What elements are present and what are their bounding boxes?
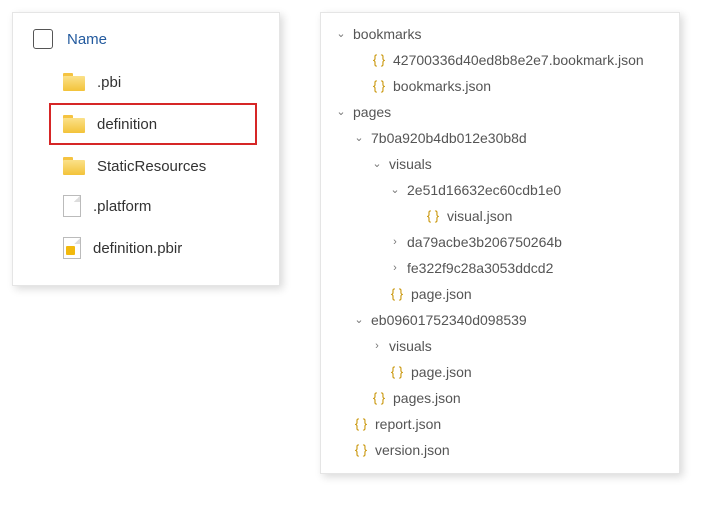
tree-item-label: bookmarks bbox=[353, 23, 421, 45]
file-name-label: .platform bbox=[93, 198, 151, 215]
folder-icon bbox=[63, 73, 85, 91]
file-explorer-panel: Name .pbi definition StaticResources .platf… bbox=[12, 12, 280, 286]
json-file-icon: { } bbox=[371, 75, 387, 97]
file-name-label: definition bbox=[97, 116, 157, 133]
folder-icon bbox=[63, 115, 85, 133]
json-file-icon: { } bbox=[389, 361, 405, 383]
tree-item[interactable]: ⌄ 7b0a920b4db012e30b8d bbox=[327, 125, 673, 151]
tree-item[interactable]: ⌄{ }page.json bbox=[327, 359, 673, 385]
file-list-header: Name bbox=[17, 23, 275, 63]
tree-item-label: report.json bbox=[375, 413, 441, 435]
tree-item[interactable]: ⌄{ }visual.json bbox=[327, 203, 673, 229]
tree-item[interactable]: ⌄ pages bbox=[327, 99, 673, 125]
tree-item[interactable]: ⌄{ }page.json bbox=[327, 281, 673, 307]
tree-item-label: visuals bbox=[389, 153, 432, 175]
json-file-icon: { } bbox=[353, 413, 369, 435]
chevron-right-icon[interactable]: › bbox=[389, 257, 401, 279]
tree-item-label: da79acbe3b206750264b bbox=[407, 231, 562, 253]
tree-item-label: pages bbox=[353, 101, 391, 123]
tree-item-label: fe322f9c28a3053ddcd2 bbox=[407, 257, 553, 279]
json-file-icon: { } bbox=[389, 283, 405, 305]
tree-item-label: version.json bbox=[375, 439, 450, 461]
tree-item[interactable]: ⌄ eb09601752340d098539 bbox=[327, 307, 673, 333]
file-name-label: .pbi bbox=[97, 74, 121, 91]
tree-item[interactable]: ⌄{ }report.json bbox=[327, 411, 673, 437]
tree-item[interactable]: ⌄{ }42700336d40ed8b8e2e7.bookmark.json bbox=[327, 47, 673, 73]
file-row--pbi[interactable]: .pbi bbox=[17, 63, 275, 101]
chevron-down-icon[interactable]: ⌄ bbox=[335, 23, 347, 45]
tree-item-label: eb09601752340d098539 bbox=[371, 309, 527, 331]
tree-item-label: 2e51d16632ec60cdb1e0 bbox=[407, 179, 561, 201]
tree-item[interactable]: › fe322f9c28a3053ddcd2 bbox=[327, 255, 673, 281]
file-name-label: StaticResources bbox=[97, 158, 206, 175]
json-file-icon: { } bbox=[353, 439, 369, 461]
tree-item-label: bookmarks.json bbox=[393, 75, 491, 97]
file-row-definition[interactable]: definition bbox=[49, 103, 257, 145]
file-row--platform[interactable]: .platform bbox=[17, 185, 275, 227]
file-tree-panel: ⌄ bookmarks ⌄ { } 42700336d40ed8b8e2e7.bookm… bbox=[320, 12, 680, 474]
tree-item-label: 42700336d40ed8b8e2e7.bookmark.json bbox=[393, 49, 644, 71]
tree-item-label: page.json bbox=[411, 361, 472, 383]
chevron-down-icon[interactable]: ⌄ bbox=[389, 179, 401, 201]
file-name-label: definition.pbir bbox=[93, 240, 182, 257]
tree-item[interactable]: ⌄{ }pages.json bbox=[327, 385, 673, 411]
file-row-StaticResources[interactable]: StaticResources bbox=[17, 147, 275, 185]
tree-item-label: visual.json bbox=[447, 205, 512, 227]
tree-item[interactable]: ⌄ 2e51d16632ec60cdb1e0 bbox=[327, 177, 673, 203]
chevron-right-icon[interactable]: › bbox=[389, 231, 401, 253]
json-file-icon: { } bbox=[425, 205, 441, 227]
column-name-header[interactable]: Name bbox=[67, 31, 107, 48]
tree-item[interactable]: ⌄ bookmarks bbox=[327, 21, 673, 47]
folder-icon bbox=[63, 157, 85, 175]
tree-item-label: 7b0a920b4db012e30b8d bbox=[371, 127, 527, 149]
select-all-checkbox[interactable] bbox=[33, 29, 53, 49]
pbir-file-icon bbox=[63, 237, 81, 259]
chevron-down-icon[interactable]: ⌄ bbox=[353, 127, 365, 149]
json-file-icon: { } bbox=[371, 49, 387, 71]
tree-item-label: pages.json bbox=[393, 387, 461, 409]
json-file-icon: { } bbox=[371, 387, 387, 409]
chevron-down-icon[interactable]: ⌄ bbox=[371, 153, 383, 175]
tree-item[interactable]: ⌄ visuals bbox=[327, 151, 673, 177]
tree-item[interactable]: ⌄{ }bookmarks.json bbox=[327, 73, 673, 99]
tree-item-label: visuals bbox=[389, 335, 432, 357]
file-row-definition-pbir[interactable]: definition.pbir bbox=[17, 227, 275, 269]
chevron-right-icon[interactable]: › bbox=[371, 335, 383, 357]
tree-item[interactable]: › visuals bbox=[327, 333, 673, 359]
chevron-down-icon[interactable]: ⌄ bbox=[353, 309, 365, 331]
file-icon bbox=[63, 195, 81, 217]
chevron-down-icon[interactable]: ⌄ bbox=[335, 101, 347, 123]
tree-item[interactable]: › da79acbe3b206750264b bbox=[327, 229, 673, 255]
tree-item-label: page.json bbox=[411, 283, 472, 305]
tree-item[interactable]: ⌄{ }version.json bbox=[327, 437, 673, 463]
